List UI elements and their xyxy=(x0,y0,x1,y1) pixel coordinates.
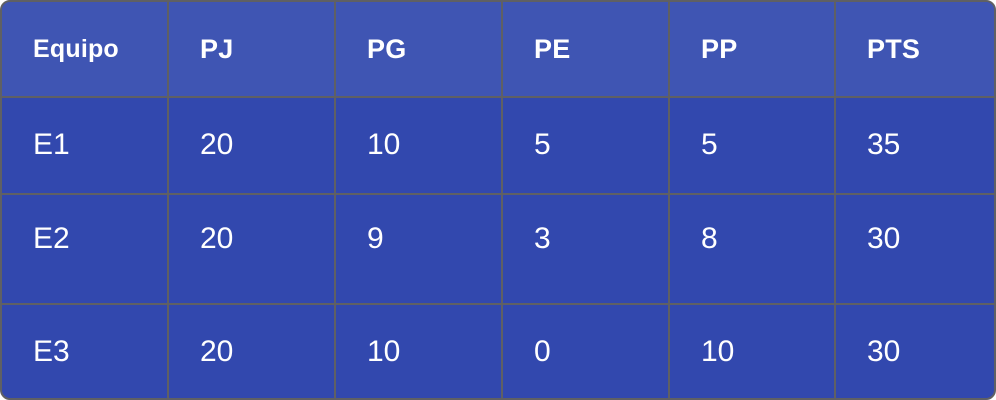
cell-points: 30 xyxy=(834,303,994,398)
column-header-won: PG xyxy=(334,2,503,98)
table-header: Equipo PJ PG PE PP PTS xyxy=(2,2,994,98)
standings-table-container: Equipo PJ PG PE PP PTS E1 20 10 5 5 35 E… xyxy=(0,0,996,400)
cell-drawn: 0 xyxy=(501,303,670,398)
table-row: E1 20 10 5 5 35 xyxy=(2,96,994,195)
cell-won: 10 xyxy=(334,96,503,195)
column-header-drawn: PE xyxy=(501,2,670,98)
cell-played: 20 xyxy=(167,303,336,398)
column-header-played: PJ xyxy=(167,2,336,98)
column-header-lost: PP xyxy=(668,2,836,98)
cell-drawn: 3 xyxy=(501,192,670,306)
header-row: Equipo PJ PG PE PP PTS xyxy=(2,2,994,98)
cell-points: 30 xyxy=(834,192,994,306)
table-body: E1 20 10 5 5 35 E2 20 9 3 8 30 E3 20 10 … xyxy=(2,96,994,398)
cell-played: 20 xyxy=(167,96,336,195)
cell-team: E1 xyxy=(2,96,169,195)
table-row: E3 20 10 0 10 30 xyxy=(2,303,994,398)
table-row: E2 20 9 3 8 30 xyxy=(2,192,994,306)
cell-lost: 5 xyxy=(668,96,836,195)
cell-team: E3 xyxy=(2,303,169,398)
cell-drawn: 5 xyxy=(501,96,670,195)
cell-played: 20 xyxy=(167,192,336,306)
column-header-team: Equipo xyxy=(2,2,169,98)
column-header-points: PTS xyxy=(834,2,994,98)
cell-won: 9 xyxy=(334,192,503,306)
cell-lost: 8 xyxy=(668,192,836,306)
cell-won: 10 xyxy=(334,303,503,398)
cell-lost: 10 xyxy=(668,303,836,398)
cell-points: 35 xyxy=(834,96,994,195)
standings-table: Equipo PJ PG PE PP PTS E1 20 10 5 5 35 E… xyxy=(2,2,994,398)
cell-team: E2 xyxy=(2,192,169,306)
